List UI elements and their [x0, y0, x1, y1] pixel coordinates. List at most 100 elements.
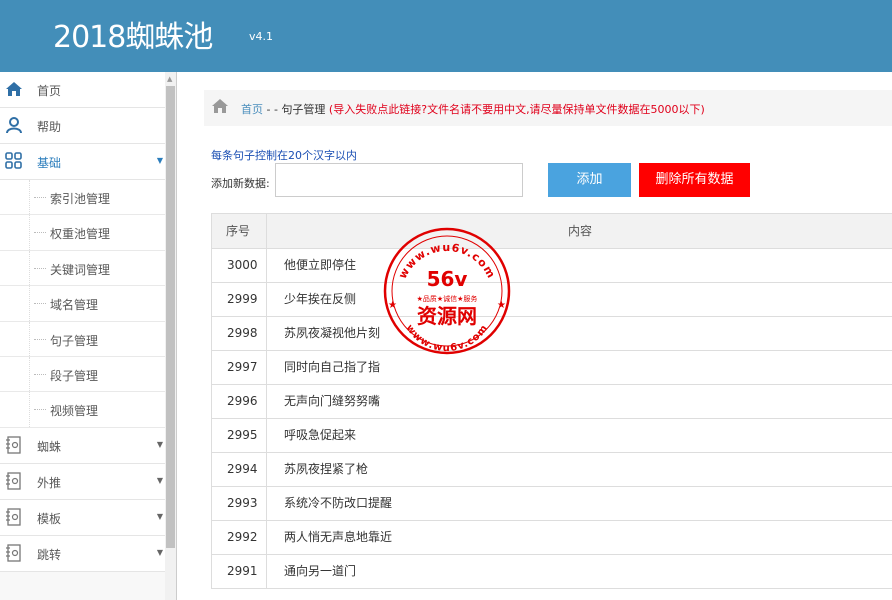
- breadcrumb-home-link[interactable]: 首页: [241, 103, 263, 116]
- sidebar-item-label: 首页: [37, 84, 62, 98]
- delete-all-button[interactable]: 删除所有数据: [639, 163, 750, 197]
- row-content: 无声向门缝努努嘴: [284, 394, 381, 408]
- notebook-icon: [6, 472, 21, 490]
- table-row[interactable]: 3000 他便立即停住: [212, 249, 892, 283]
- sidebar-subitem-label: 句子管理: [50, 333, 99, 348]
- app-title[interactable]: 2018蜘蛛池: [53, 12, 213, 56]
- row-content: 呼吸急促起来: [284, 428, 357, 442]
- sidebar-subitem-label: 关键词管理: [50, 262, 111, 277]
- caret-down-icon: ▼: [156, 511, 163, 521]
- user-icon: [6, 117, 22, 134]
- sidebar-item-label: 帮助: [37, 120, 62, 134]
- table-header-row: 序号 内容: [212, 214, 892, 249]
- sidebar-item-spider[interactable]: 蜘蛛 ▼: [0, 427, 165, 464]
- sidebar-item-help[interactable]: 帮助: [0, 108, 165, 144]
- sidebar-subitem-label: 权重池管理: [50, 227, 111, 242]
- sidebar-subitem-keywords[interactable]: 关键词管理: [0, 250, 165, 287]
- breadcrumb-text: 首页 - - 句子管理 (导入失败点此链接?文件名请不要用中文,请尽量保持单文件…: [241, 101, 705, 117]
- row-id: 2991: [212, 555, 267, 588]
- tree-line: [29, 392, 30, 427]
- sidebar-menu: 首页 帮助 基础 ▼ 索引池管理 权重池管理 关键词管理 域名管理 句子管理 段…: [0, 72, 165, 572]
- notebook-icon: [6, 508, 21, 526]
- sidebar-scrollbar[interactable]: ▲: [165, 72, 176, 600]
- row-content: 少年挨在反侧: [284, 292, 357, 306]
- sidebar-subitem-weight-pool[interactable]: 权重池管理: [0, 215, 165, 251]
- row-id: 2998: [212, 317, 267, 350]
- notebook-icon: [6, 544, 21, 562]
- row-content: 通向另一道门: [284, 564, 357, 578]
- scroll-up-icon[interactable]: ▲: [167, 75, 172, 83]
- sidebar-item-templates[interactable]: 模板 ▼: [0, 499, 165, 536]
- sidebar-subitem-label: 视频管理: [50, 404, 99, 419]
- row-id: 2992: [212, 521, 267, 554]
- tree-line: [34, 303, 46, 305]
- caret-down-icon: ▼: [156, 439, 163, 449]
- tree-line: [29, 250, 30, 286]
- sentence-table: 序号 内容 3000 他便立即停住 2999 少年挨在反侧 2998 苏夙夜凝视他片刻…: [211, 213, 892, 589]
- table-row[interactable]: 2992 两人悄无声息地靠近: [212, 521, 892, 555]
- sidebar-item-label: 蜘蛛: [37, 439, 62, 454]
- row-id: 3000: [212, 249, 267, 282]
- row-content: 苏夙夜凝视他片刻: [284, 326, 381, 340]
- sidebar-item-label: 基础: [37, 156, 62, 170]
- tree-line: [34, 338, 46, 340]
- sidebar: 首页 帮助 基础 ▼ 索引池管理 权重池管理 关键词管理 域名管理 句子管理 段…: [0, 72, 177, 600]
- sidebar-item-basic[interactable]: 基础 ▼: [0, 144, 165, 180]
- new-data-input[interactable]: [275, 163, 523, 197]
- caret-down-icon: ▼: [156, 475, 163, 485]
- sidebar-subitem-jokes[interactable]: 段子管理: [0, 356, 165, 393]
- tree-line: [29, 286, 30, 321]
- sidebar-subitem-label: 段子管理: [50, 368, 99, 383]
- add-button[interactable]: 添加: [548, 163, 631, 197]
- tree-line: [29, 356, 30, 392]
- notebook-icon: [6, 436, 21, 454]
- home-icon: [6, 82, 22, 96]
- row-id: 2997: [212, 351, 267, 384]
- top-header: 2018蜘蛛池 v4.1: [0, 0, 892, 72]
- sidebar-item-promotion[interactable]: 外推 ▼: [0, 463, 165, 500]
- sidebar-subitem-sentences[interactable]: 句子管理: [0, 321, 165, 357]
- table-row[interactable]: 2999 少年挨在反侧: [212, 283, 892, 317]
- add-data-label: 添加新数据:: [211, 177, 270, 190]
- sidebar-subitem-videos[interactable]: 视频管理: [0, 392, 165, 428]
- row-content: 他便立即停住: [284, 258, 357, 272]
- tree-line: [34, 409, 46, 411]
- table-row[interactable]: 2998 苏夙夜凝视他片刻: [212, 317, 892, 351]
- sidebar-item-redirect[interactable]: 跳转 ▼: [0, 535, 165, 572]
- table-row[interactable]: 2995 呼吸急促起来: [212, 419, 892, 453]
- tree-line: [34, 267, 46, 269]
- sidebar-subitem-domains[interactable]: 域名管理: [0, 286, 165, 322]
- column-header-id: 序号: [212, 214, 267, 248]
- tree-line: [34, 197, 46, 198]
- tree-line: [29, 180, 30, 215]
- row-id: 2995: [212, 419, 267, 452]
- sidebar-item-label: 模板: [37, 511, 62, 526]
- breadcrumb-separator: - -: [263, 103, 282, 116]
- table-row[interactable]: 2993 系统冷不防改口提醒: [212, 487, 892, 521]
- sidebar-item-home[interactable]: 首页: [0, 72, 165, 108]
- sidebar-item-label: 跳转: [37, 547, 62, 562]
- row-content: 系统冷不防改口提醒: [284, 496, 393, 510]
- row-id: 2996: [212, 385, 267, 418]
- table-row[interactable]: 2994 苏夙夜捏紧了枪: [212, 453, 892, 487]
- input-hint: 每条句子控制在20个汉字以内: [211, 149, 357, 162]
- home-icon: [212, 99, 228, 113]
- sidebar-subitem-index-pool[interactable]: 索引池管理: [0, 180, 165, 216]
- scrollbar-thumb[interactable]: [166, 86, 175, 548]
- breadcrumb-current: 句子管理: [281, 103, 326, 116]
- row-content: 两人悄无声息地靠近: [284, 530, 393, 544]
- sidebar-item-label: 外推: [37, 475, 62, 490]
- table-row[interactable]: 2996 无声向门缝努努嘴: [212, 385, 892, 419]
- row-id: 2993: [212, 487, 267, 520]
- tree-line: [29, 215, 30, 250]
- column-header-content: 内容: [567, 224, 592, 238]
- import-help-link[interactable]: (导入失败点此链接?文件名请不要用中文,请尽量保持单文件数据在5000以下): [325, 103, 705, 116]
- sidebar-subitem-label: 域名管理: [50, 298, 99, 313]
- row-content: 苏夙夜捏紧了枪: [284, 462, 369, 476]
- row-id: 2999: [212, 283, 267, 316]
- table-row[interactable]: 2991 通向另一道门: [212, 555, 892, 589]
- row-content: 同时向自己指了指: [284, 360, 381, 374]
- sidebar-subitem-label: 索引池管理: [50, 192, 111, 206]
- tree-line: [29, 321, 30, 356]
- table-row[interactable]: 2997 同时向自己指了指: [212, 351, 892, 385]
